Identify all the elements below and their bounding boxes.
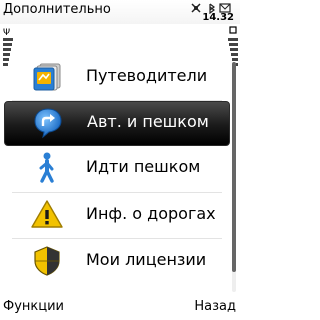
title-bar: Дополнительно 14.32	[0, 0, 240, 24]
guides-icon	[33, 63, 61, 91]
menu-item-label: Путеводители	[86, 66, 208, 85]
drive-walk-icon	[34, 108, 62, 139]
menu-item-drive-walk[interactable]: Авт. и пешком	[4, 101, 230, 146]
back-softkey[interactable]: Назад	[194, 299, 236, 314]
menu-item-label: Инф. о дорогах	[86, 204, 216, 223]
walk-icon	[39, 152, 54, 183]
message-icon	[219, 3, 231, 13]
page-title: Дополнительно	[3, 2, 111, 17]
options-softkey[interactable]: Функции	[3, 299, 64, 314]
menu-item-guides[interactable]: Путеводители	[4, 56, 228, 99]
softkey-bar: Функции Назад	[0, 296, 240, 320]
menu-item-walk[interactable]: Идти пешком	[4, 147, 228, 190]
divider	[12, 238, 222, 239]
scrollbar[interactable]	[232, 62, 236, 292]
clock: 14.32	[202, 12, 234, 23]
scrollbar-thumb[interactable]	[232, 62, 236, 272]
satellite-icon	[191, 3, 201, 13]
traffic-info-icon	[31, 200, 63, 228]
menu-item-licenses[interactable]: Мои лицензии	[4, 240, 228, 283]
divider	[12, 192, 222, 193]
licenses-icon	[34, 246, 60, 276]
menu-item-traffic-info[interactable]: Инф. о дорогах	[4, 194, 228, 237]
menu-item-label: Идти пешком	[86, 157, 201, 176]
svg-text:Ψ: Ψ	[3, 28, 10, 38]
menu-item-label: Авт. и пешком	[87, 112, 209, 131]
menu-item-label: Мои лицензии	[86, 250, 207, 269]
